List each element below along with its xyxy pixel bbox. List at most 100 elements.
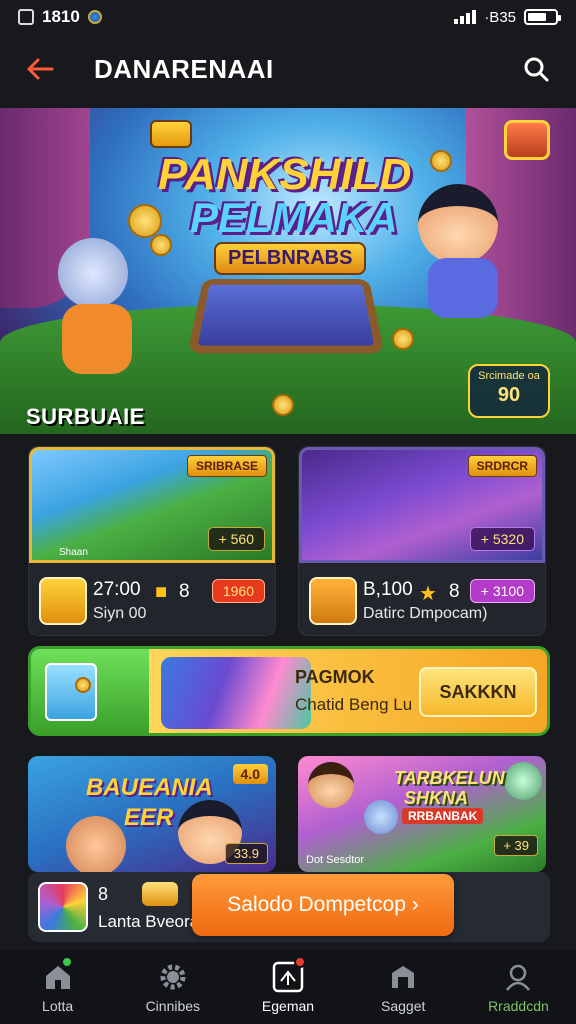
- primary-cta-button[interactable]: Salodo Dompetcop ›: [192, 874, 454, 936]
- page-title: DANARENAAI: [94, 53, 274, 84]
- card-footer: 27:00 ■ 8 1960 Siyn 00: [29, 571, 275, 631]
- back-button[interactable]: [22, 51, 58, 87]
- tile-title: TARBKELUN: [394, 768, 505, 788]
- card-subtitle: Datirc Dmpocam): [363, 605, 488, 622]
- card-tag: SRIBRASE: [186, 455, 267, 477]
- promo-subtitle: Chatid Beng Lu: [295, 695, 413, 714]
- character-face: [504, 762, 542, 800]
- card-caption: Shaan: [59, 547, 88, 558]
- promo-left-panel: [31, 649, 151, 733]
- game-card[interactable]: SRIBRASE Shaan + 560 27:00 ■ 8 1960 Siyn…: [28, 446, 276, 636]
- hero-badge-label: Srcimade oa: [478, 370, 540, 382]
- coin-icon: [128, 204, 162, 238]
- coin-icon: [392, 328, 414, 350]
- tile-title: BAUEANIA: [86, 774, 213, 801]
- character-left-body: [62, 304, 132, 374]
- tab-badge: [293, 956, 306, 968]
- hero-table: [187, 279, 385, 354]
- app-notification-icon: [87, 10, 102, 24]
- promo-button[interactable]: SAKKKN: [419, 667, 537, 717]
- character-left: [58, 238, 128, 308]
- character-face: [364, 800, 398, 834]
- tab-profile[interactable]: Rraddcdn: [461, 950, 576, 1024]
- hero-reward-badge[interactable]: Srcimade oa 90: [468, 364, 550, 418]
- star-icon: ★: [419, 583, 437, 605]
- promo-banner[interactable]: PAGMOK Chatid Beng Lu SAKKKN: [28, 646, 550, 736]
- network-text: ·B35: [484, 8, 516, 26]
- card-price: + 560: [207, 527, 265, 551]
- tab-label: Sagget: [381, 998, 426, 1014]
- tile-price: + 39: [494, 835, 538, 856]
- tile-caption: Dot Sesdtor: [306, 854, 365, 866]
- sheet-label: Lanta Bveora: [98, 912, 200, 931]
- back-arrow-icon: [27, 58, 54, 80]
- search-button[interactable]: [518, 51, 554, 87]
- phone-icon: [45, 663, 97, 721]
- app-header: DANARENAAI: [0, 34, 576, 104]
- gems-icon: [38, 882, 88, 932]
- tab-label: Rraddcdn: [488, 998, 549, 1014]
- hero-title-line1: PANKSHILD: [158, 150, 412, 199]
- tile-title-2: SHKNA: [404, 788, 469, 808]
- battery-icon: [524, 9, 561, 25]
- medal-icon: [142, 882, 178, 906]
- profile-icon: [501, 960, 535, 994]
- tab-settings[interactable]: Cinnibes: [115, 950, 230, 1024]
- card-footer: B,100 ★ 8 + 3100 Datirc Dmpocam): [299, 571, 545, 631]
- game-card[interactable]: SRDRCR + 5320 B,100 ★ 8 + 3100 Datirc Dm…: [298, 446, 546, 636]
- coin-icon: [430, 150, 452, 172]
- chest-icon[interactable]: [504, 120, 550, 160]
- hero-badge-value: 90: [497, 384, 521, 406]
- bottom-sheet: 8 Lanta Bveora Salodo Dompetcop ›: [28, 872, 550, 942]
- status-time: 1810: [42, 7, 80, 26]
- tile-title-3: RRBANBAK: [402, 808, 484, 824]
- coin-icon: [75, 677, 91, 693]
- character-right-body: [428, 258, 498, 318]
- character-face: [66, 816, 126, 872]
- tab-shop[interactable]: Sagget: [346, 950, 461, 1024]
- hero-banner[interactable]: PANKSHILD PELMAKA PELBNRABS Srcimade oa …: [0, 108, 576, 434]
- section-title: SURBUAIE: [26, 404, 145, 429]
- card-thumb-icon: [39, 577, 87, 625]
- shop-icon: [386, 960, 420, 994]
- card-stats: B,100: [363, 579, 413, 600]
- game-tile[interactable]: BAUEANIA EER 4.0 33.9: [28, 756, 276, 872]
- hero-title-line2: PELMAKA: [190, 194, 398, 241]
- game-tile[interactable]: TARBKELUN SHKNA RRBANBAK Dot Sesdtor + 3…: [298, 756, 546, 872]
- card-pill[interactable]: 1960: [211, 579, 265, 603]
- promo-title: PAGMOK: [295, 667, 375, 687]
- search-icon: [524, 57, 549, 82]
- bottom-tab-bar: Lotta Cinnibes Egeman Sagget Rraddcdn: [0, 950, 576, 1024]
- coin-icon: [272, 394, 294, 416]
- status-left: 1810: [18, 7, 102, 27]
- card-pill[interactable]: + 3100: [469, 579, 535, 603]
- sheet-count: 8: [98, 884, 109, 904]
- coin-icon: [150, 234, 172, 256]
- status-bar: 1810 ·B35: [0, 0, 576, 34]
- card-thumb-icon: [309, 577, 357, 625]
- tab-label: Egeman: [261, 998, 315, 1014]
- card-count: 8: [449, 581, 460, 602]
- tile-badge: 4.0: [232, 764, 268, 784]
- card-tag: SRDRCR: [467, 455, 537, 477]
- card-subtitle: Siyn 00: [93, 605, 147, 622]
- tab-games[interactable]: Egeman: [230, 950, 345, 1024]
- hero-subtitle-banner: PELBNRABS: [214, 242, 367, 275]
- signal-icon: [454, 10, 477, 24]
- tab-label: Lotta: [42, 998, 74, 1014]
- card-count: 8: [179, 581, 190, 602]
- tab-label: Cinnibes: [145, 998, 201, 1014]
- status-right: ·B35: [454, 8, 561, 26]
- notification-icon: [18, 9, 34, 25]
- hero-tag-icon: [150, 120, 192, 148]
- tab-home[interactable]: Lotta: [0, 950, 115, 1024]
- trophy-icon: ■: [155, 581, 168, 603]
- character-right: [418, 184, 498, 264]
- character-face: [308, 762, 354, 808]
- gear-icon: [156, 960, 190, 994]
- tile-title-2: EER: [124, 804, 174, 831]
- tile-price: 33.9: [224, 843, 268, 864]
- promo-art: [161, 657, 311, 729]
- card-price: + 5320: [469, 527, 535, 551]
- card-stats: 27:00: [93, 579, 141, 600]
